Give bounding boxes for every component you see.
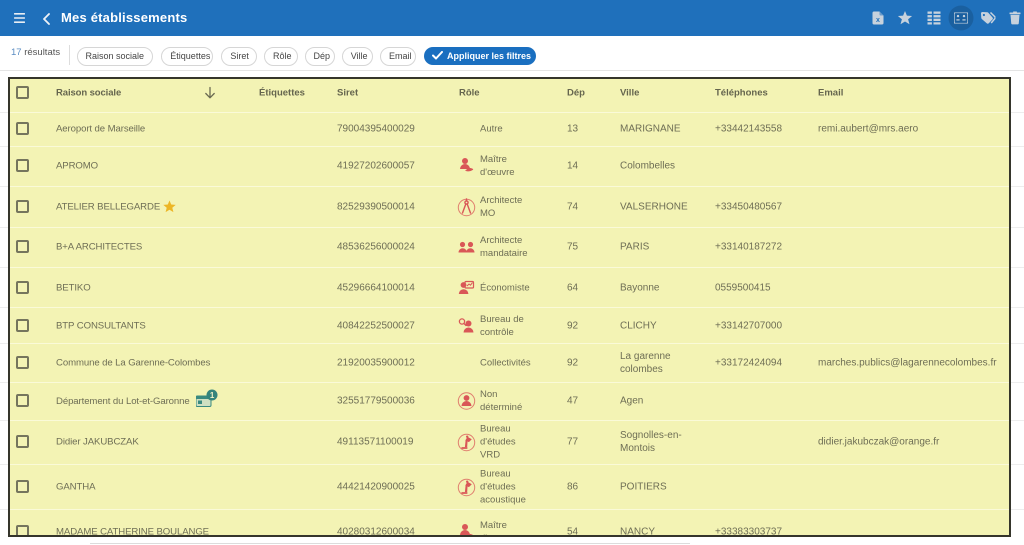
- svg-text:1: 1: [209, 391, 214, 400]
- svg-text:x: x: [876, 17, 880, 24]
